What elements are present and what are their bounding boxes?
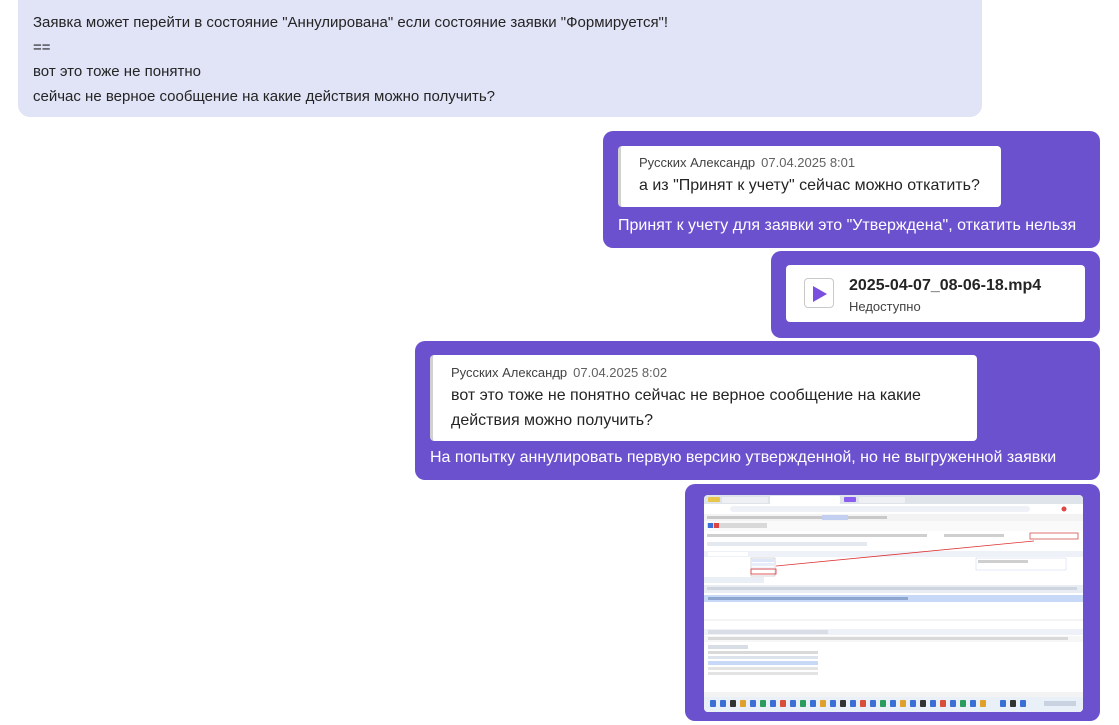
screenshot-image [704,495,1083,712]
file-name: 2025-04-07_08-06-18.mp4 [849,277,1042,294]
reply-text: На попытку аннулировать первую версию ут… [430,449,1057,466]
quote-author: Русских Александр [639,155,756,170]
file-status: Недоступно [849,299,921,314]
reply-text: Принят к учету для заявки это "Утвержден… [618,217,1077,234]
outgoing-file-message[interactable]: 2025-04-07_08-06-18.mp4 Недоступно [771,251,1100,338]
incoming-message-line: сейчас не верное сообщение на какие дейс… [33,87,495,105]
quote-author: Русских Александр [451,365,568,380]
outgoing-message-bubble[interactable]: Русских Александр 07.04.2025 8:01 а из "П… [603,131,1100,248]
quoted-message[interactable]: Русских Александр 07.04.2025 8:01 а из "П… [618,146,1001,207]
file-attachment-card[interactable]: 2025-04-07_08-06-18.mp4 Недоступно [786,265,1085,322]
incoming-message-line: Заявка может перейти в состояние "Аннули… [33,14,669,31]
quote-meta: Русских Александр 07.04.2025 8:02 [451,365,977,380]
quoted-message[interactable]: Русских Александр 07.04.2025 8:02 вот это… [430,355,977,441]
quote-text: вот это тоже не понятно сейчас не верное… [451,387,921,429]
quote-timestamp: 07.04.2025 8:02 [573,365,668,380]
incoming-message-line: == [33,38,51,56]
quote-text: а из "Принят к учету" сейчас можно откат… [639,177,980,194]
play-icon[interactable] [804,278,834,308]
outgoing-message-bubble[interactable]: Русских Александр 07.04.2025 8:02 вот это… [415,341,1100,480]
outgoing-image-message[interactable] [685,484,1100,721]
quote-meta: Русских Александр 07.04.2025 8:01 [639,155,1001,170]
incoming-message-bubble[interactable]: Заявка может перейти в состояние "Аннули… [18,0,982,117]
incoming-message-line: вот это тоже не понятно [33,63,201,80]
quote-timestamp: 07.04.2025 8:01 [761,155,856,170]
screenshot-thumbnail[interactable] [704,495,1083,712]
